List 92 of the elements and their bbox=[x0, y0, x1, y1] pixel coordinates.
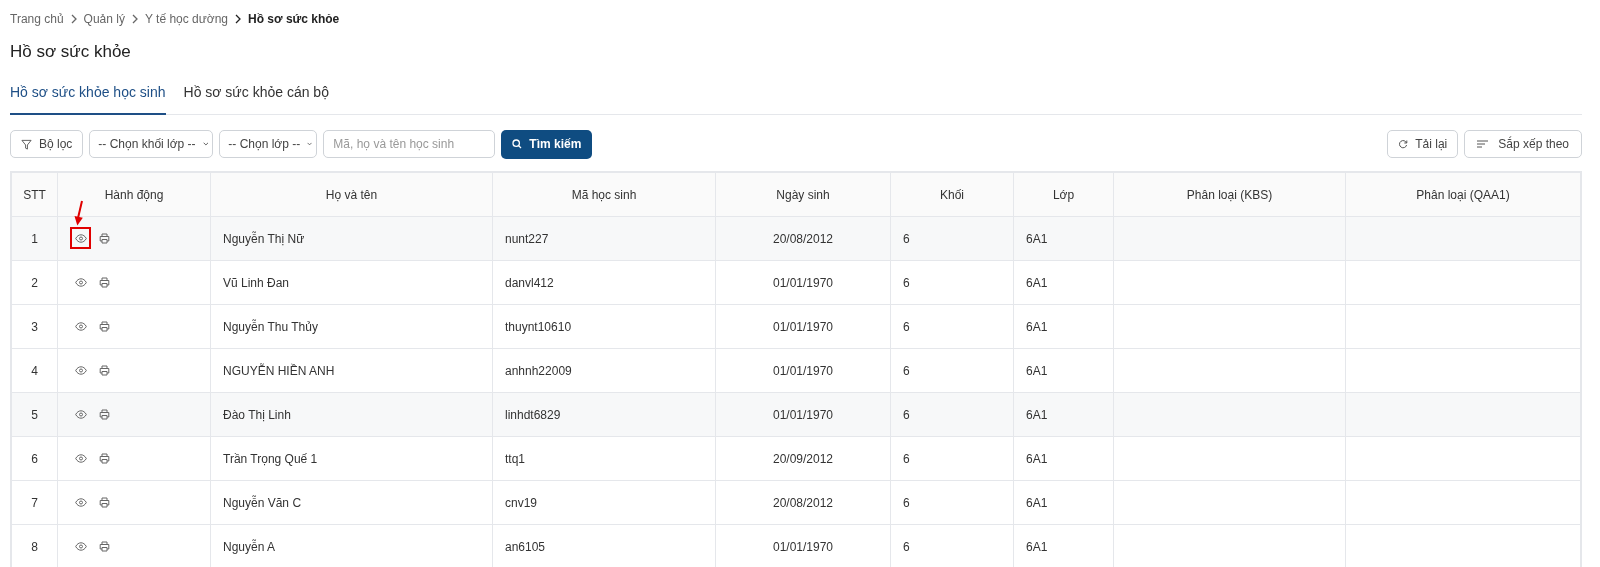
printer-icon[interactable] bbox=[99, 365, 110, 376]
table-cell: Đào Thị Linh bbox=[210, 392, 493, 437]
search-field[interactable]: Mã, họ và tên học sinh bbox=[323, 130, 496, 158]
eye-icon[interactable] bbox=[75, 542, 87, 551]
table-cell: 6A1 bbox=[1013, 436, 1114, 481]
search-button[interactable]: Tìm kiếm bbox=[501, 129, 593, 159]
eye-icon[interactable] bbox=[75, 454, 87, 463]
table-cell: linhdt6829 bbox=[492, 392, 716, 437]
arrow-annotation bbox=[74, 200, 84, 226]
table-cell: 6A1 bbox=[1013, 348, 1114, 393]
table-cell: 6 bbox=[890, 480, 1014, 525]
column-header: Lớp bbox=[1013, 172, 1114, 217]
table-cell: 6A1 bbox=[1013, 480, 1114, 525]
printer-icon[interactable] bbox=[99, 233, 110, 244]
eye-icon[interactable] bbox=[75, 366, 87, 375]
printer-icon[interactable] bbox=[99, 409, 110, 420]
table-cell: 20/09/2012 bbox=[715, 436, 891, 481]
table-cell: 01/01/1970 bbox=[715, 304, 891, 349]
table-cell: nunt227 bbox=[492, 216, 716, 261]
table-cell: 6A1 bbox=[1013, 392, 1114, 437]
sort-button[interactable]: Sắp xếp theo bbox=[1464, 130, 1582, 158]
table-cell: 6A1 bbox=[1013, 304, 1114, 349]
table-cell: 6 bbox=[11, 436, 58, 481]
eye-icon[interactable] bbox=[75, 410, 87, 419]
table-cell: 3 bbox=[11, 304, 58, 349]
breadcrumb-link[interactable]: Y tế học dường bbox=[144, 10, 229, 28]
table-cell: 6 bbox=[890, 216, 1014, 261]
table-cell: 6 bbox=[890, 348, 1014, 393]
chevron-icon bbox=[130, 14, 139, 24]
breadcrumb-link[interactable]: Quản lý bbox=[83, 10, 125, 28]
table-cell: 20/08/2012 bbox=[715, 480, 891, 525]
table-cell: ttq1 bbox=[492, 436, 716, 481]
caret-icon bbox=[202, 141, 209, 147]
tab[interactable]: Hồ sơ sức khỏe cán bộ bbox=[183, 82, 329, 115]
caret-icon bbox=[307, 141, 313, 147]
printer-icon[interactable] bbox=[99, 497, 110, 508]
table-cell: 6 bbox=[890, 304, 1014, 349]
dropdown[interactable]: -- Chọn khối lớp -- bbox=[89, 130, 214, 158]
dropdown[interactable]: -- Chọn lớp -- bbox=[219, 130, 318, 158]
chevron-icon bbox=[69, 14, 78, 24]
table-cell: 5 bbox=[11, 392, 58, 437]
refresh-icon bbox=[1398, 139, 1409, 149]
column-header: Phân loại (QAA1) bbox=[1345, 172, 1581, 217]
table-cell: Trần Trọng Quế 1 bbox=[210, 436, 493, 481]
table-cell: 6A1 bbox=[1013, 260, 1114, 305]
table-cell: 6 bbox=[890, 436, 1014, 481]
table-cell: 01/01/1970 bbox=[715, 260, 891, 305]
table-cell: anhnh22009 bbox=[492, 348, 716, 393]
table-cell: Nguyễn Văn C bbox=[210, 480, 493, 525]
column-header: Khối bbox=[890, 172, 1014, 217]
table-cell: Nguyễn Thị Nữ bbox=[210, 216, 493, 261]
table-cell: 20/08/2012 bbox=[715, 216, 891, 261]
table-cell: NGUYỄN HIỀN ANH bbox=[210, 348, 493, 393]
table-cell: 7 bbox=[11, 480, 58, 525]
table-cell: 1 bbox=[11, 216, 58, 261]
eye-icon[interactable] bbox=[75, 498, 87, 507]
table-cell: thuynt10610 bbox=[492, 304, 716, 349]
search-icon bbox=[512, 139, 523, 149]
table-cell: 2 bbox=[11, 260, 58, 305]
eye-icon[interactable] bbox=[75, 322, 87, 331]
table-cell: Vũ Linh Đan bbox=[210, 260, 493, 305]
table-cell: cnv19 bbox=[492, 480, 716, 525]
column-header: Phân loại (KBS) bbox=[1113, 172, 1346, 217]
table-cell: 6 bbox=[890, 260, 1014, 305]
tab[interactable]: Hồ sơ sức khỏe học sinh bbox=[10, 82, 166, 115]
printer-icon[interactable] bbox=[99, 541, 110, 552]
printer-icon[interactable] bbox=[99, 277, 110, 288]
column-header: Hành động bbox=[57, 172, 211, 217]
breadcrumb-link[interactable]: Trang chủ bbox=[10, 10, 64, 28]
table-cell: danvl412 bbox=[492, 260, 716, 305]
filter-button[interactable]: Bộ lọc bbox=[10, 130, 84, 158]
column-header: STT bbox=[11, 172, 58, 217]
column-header: Họ và tên bbox=[210, 172, 493, 217]
eye-icon[interactable] bbox=[75, 278, 87, 287]
reload-button[interactable]: Tải lại bbox=[1387, 130, 1459, 158]
column-header: Ngày sinh bbox=[715, 172, 891, 217]
printer-icon[interactable] bbox=[99, 453, 110, 464]
filter-icon bbox=[21, 138, 32, 150]
column-header: Mã học sinh bbox=[492, 172, 716, 217]
table-cell: 4 bbox=[11, 348, 58, 393]
table-cell: 01/01/1970 bbox=[715, 348, 891, 393]
sort-icon bbox=[1477, 140, 1489, 148]
table-cell: 8 bbox=[11, 524, 58, 567]
table-cell: Nguyễn Thu Thủy bbox=[210, 304, 493, 349]
table-cell: 6 bbox=[890, 392, 1014, 437]
printer-icon[interactable] bbox=[99, 321, 110, 332]
page-title: Hồ sơ sức khỏe bbox=[10, 41, 132, 63]
chevron-icon bbox=[234, 14, 243, 24]
table-cell: 6A1 bbox=[1013, 216, 1114, 261]
eye-icon[interactable] bbox=[75, 234, 87, 243]
breadcrumb-link[interactable]: Hồ sơ sức khỏe bbox=[248, 10, 340, 28]
table-cell: 01/01/1970 bbox=[715, 392, 891, 437]
